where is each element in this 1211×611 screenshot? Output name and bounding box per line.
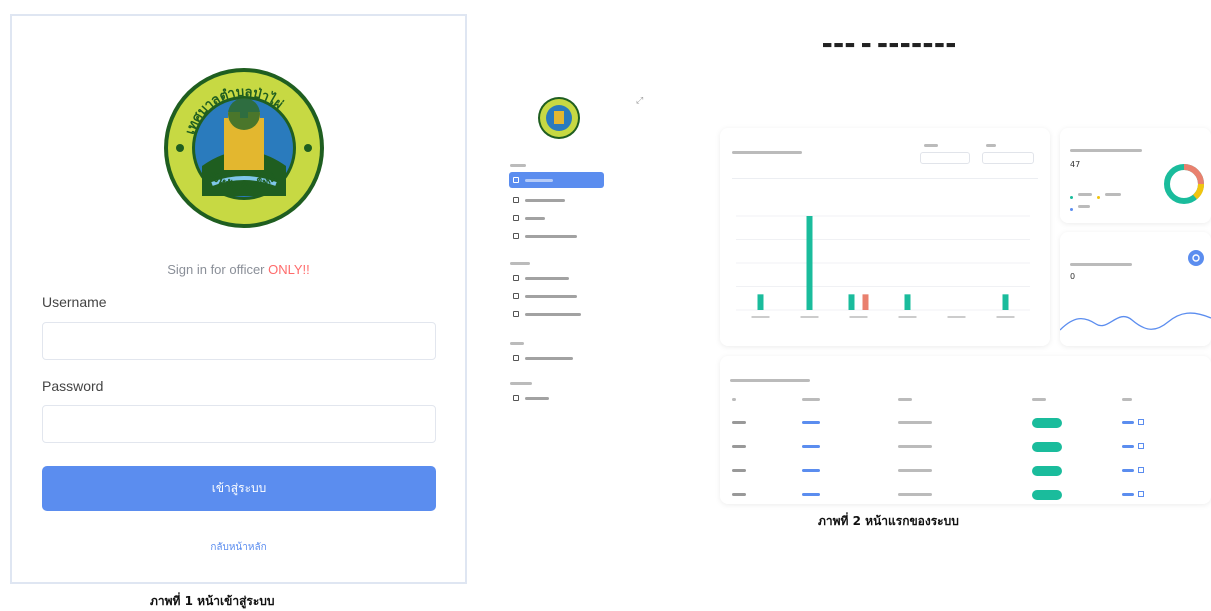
table-header-status — [1032, 396, 1046, 401]
table-row — [720, 440, 1211, 454]
document-icon — [513, 197, 519, 203]
login-card: เทศบาลตำบลป่าไผ่ จังหวัดเชียงใหม่ Sign i… — [10, 14, 467, 584]
table-cell — [732, 469, 746, 472]
sidebar-item-dashboard[interactable] — [509, 172, 604, 188]
chart-x-tick-label — [947, 316, 966, 318]
table-header-name — [802, 396, 820, 401]
donut-total-value: 47 — [1070, 160, 1081, 169]
complaint-bar-chart — [736, 215, 1030, 318]
table-header-id — [732, 396, 736, 401]
sidebar-item[interactable] — [509, 192, 604, 208]
complaint-chart-panel — [720, 128, 1050, 346]
donut-legend-row-2 — [1070, 196, 1091, 215]
user-icon — [513, 395, 519, 401]
spark-panel-title — [1070, 254, 1132, 273]
status-badge — [1032, 490, 1062, 500]
edit-icon[interactable] — [1138, 443, 1144, 449]
chart-bar — [806, 216, 813, 310]
municipality-seal-logo: เทศบาลตำบลป่าไผ่ จังหวัดเชียงใหม่ — [164, 68, 324, 228]
status-badge — [1032, 466, 1062, 476]
sidebar-item[interactable] — [509, 228, 604, 244]
table-cell — [732, 445, 746, 448]
table-cell — [732, 421, 746, 424]
status-donut-chart — [1164, 164, 1205, 204]
chart-bar — [757, 294, 764, 310]
status-badge — [1032, 442, 1062, 452]
sidebar-item[interactable] — [509, 210, 604, 226]
table-link[interactable] — [1122, 421, 1134, 424]
edit-icon[interactable] — [1138, 467, 1144, 473]
chart-x-tick-label — [996, 316, 1015, 318]
table-link[interactable] — [802, 493, 820, 496]
sidebar-item[interactable] — [509, 390, 604, 406]
table-link[interactable] — [802, 469, 820, 472]
table-link[interactable] — [1122, 469, 1134, 472]
signin-message-text: Sign in for officer — [167, 262, 269, 277]
refresh-icon[interactable] — [1188, 250, 1204, 266]
figure-2-caption: ภาพที่ 2 หน้าแรกของระบบ — [818, 514, 959, 528]
status-badge — [1032, 418, 1062, 428]
chart-x-tick-label — [800, 316, 819, 318]
grid-icon — [513, 177, 519, 183]
sparkline-panel: 0 — [1060, 232, 1211, 346]
table-cell — [898, 421, 932, 424]
signin-message: Sign in for officer ONLY!! — [12, 262, 465, 277]
password-input[interactable] — [42, 405, 436, 443]
edit-icon[interactable] — [1138, 491, 1144, 497]
report-icon — [513, 293, 519, 299]
sidebar-section-heading — [510, 340, 524, 345]
back-to-home-link[interactable]: กลับหน้าหลัก — [12, 540, 465, 555]
sidebar-section-heading — [510, 260, 530, 265]
list-icon — [513, 215, 519, 221]
figure-1-caption: ภาพที่ 1 หน้าเข้าสู่ระบบ — [150, 594, 275, 608]
table-link[interactable] — [802, 421, 820, 424]
sidebar-item[interactable] — [509, 270, 604, 286]
recent-complaints-table — [720, 356, 1211, 504]
sidebar — [502, 86, 618, 496]
sidebar-seal-logo — [538, 97, 580, 139]
donut-summary-panel: 47 — [1060, 128, 1211, 223]
report-icon — [513, 311, 519, 317]
table-header-date — [898, 396, 912, 401]
chart-bar — [862, 294, 869, 310]
donut-panel-title — [1070, 140, 1142, 159]
chart-x-tick-label — [898, 316, 917, 318]
login-button[interactable]: เข้าสู่ระบบ — [42, 466, 436, 511]
signin-only-emphasis: ONLY!! — [268, 262, 310, 277]
sidebar-item[interactable] — [509, 350, 604, 366]
report-icon — [513, 275, 519, 281]
username-label: Username — [42, 294, 107, 310]
table-cell — [898, 493, 932, 496]
table-header-action — [1122, 396, 1132, 401]
chart-x-tick-label — [849, 316, 868, 318]
table-link[interactable] — [802, 445, 820, 448]
chart-bar — [1002, 294, 1009, 310]
chart-bar — [904, 294, 911, 310]
info-icon — [513, 233, 519, 239]
user-icon — [513, 355, 519, 361]
sidebar-section-heading — [510, 162, 526, 167]
table-row — [720, 464, 1211, 478]
table-link[interactable] — [1122, 493, 1134, 496]
chart-x-tick-label — [751, 316, 770, 318]
menu-toggle-icon[interactable]: ⤢ — [636, 96, 643, 106]
table-cell — [898, 445, 932, 448]
chart-bar — [848, 294, 855, 310]
table-cell — [732, 493, 746, 496]
sidebar-item[interactable] — [509, 306, 604, 322]
password-label: Password — [42, 378, 104, 394]
spark-value: 0 — [1070, 272, 1076, 281]
sidebar-section-heading — [510, 380, 532, 385]
table-link[interactable] — [1122, 445, 1134, 448]
edit-icon[interactable] — [1138, 419, 1144, 425]
username-input[interactable] — [42, 322, 436, 360]
dashboard-header-illegible: ▬▬▬ ▬ ▬▬▬▬▬▬▬ — [822, 38, 957, 51]
sparkline-chart — [1060, 312, 1211, 331]
page: เทศบาลตำบลป่าไผ่ จังหวัดเชียงใหม่ Sign i… — [0, 0, 1211, 611]
table-row — [720, 488, 1211, 502]
table-cell — [898, 469, 932, 472]
sidebar-item[interactable] — [509, 288, 604, 304]
table-title — [730, 370, 810, 389]
table-row — [720, 416, 1211, 430]
